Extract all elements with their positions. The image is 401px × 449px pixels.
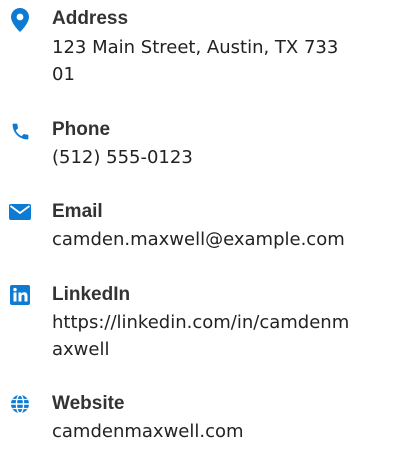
contact-label-email: Email xyxy=(52,201,103,222)
contact-value-address: 123 Main Street, Austin, TX 73301 xyxy=(52,37,339,85)
map-pin-icon xyxy=(8,8,32,32)
phone-icon xyxy=(8,119,32,143)
linkedin-icon xyxy=(8,283,32,307)
envelope-icon xyxy=(8,200,32,224)
contact-label-website: Website xyxy=(52,393,125,414)
contact-info-list: Address 123 Main Street, Austin, TX 7330… xyxy=(0,0,401,449)
contact-label-linkedin: LinkedIn xyxy=(52,284,131,305)
contact-value-email[interactable]: camden.maxwell@example.com xyxy=(52,226,392,253)
contact-label-address: Address xyxy=(52,8,129,29)
globe-icon xyxy=(8,392,32,416)
contact-value-phone: (512) 555-0123 xyxy=(52,147,193,168)
contact-label-phone: Phone xyxy=(52,119,111,140)
contact-value-website[interactable]: camdenmaxwell.com xyxy=(52,418,352,445)
contact-value-linkedin[interactable]: https://linkedin.com/in/camdenmaxwell xyxy=(52,309,357,363)
